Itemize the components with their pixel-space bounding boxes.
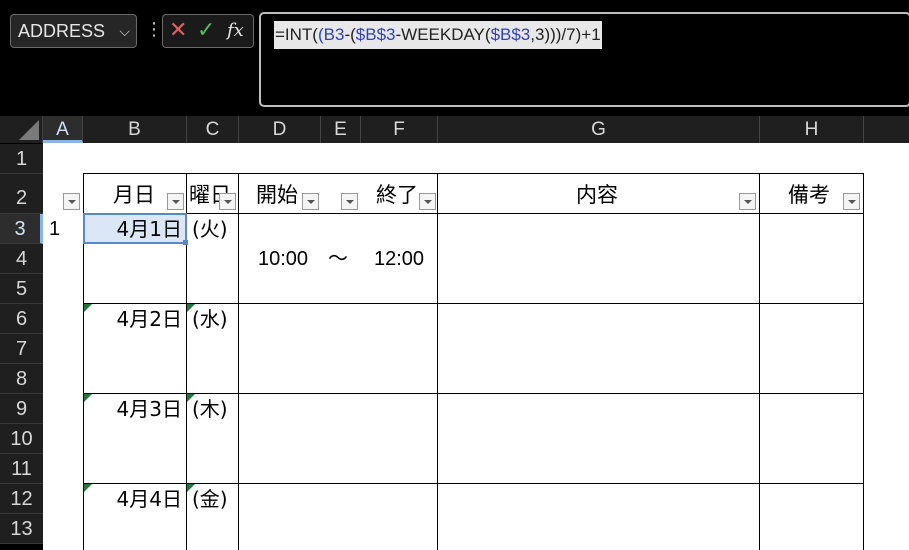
time-end-cell[interactable]: 12:00	[374, 244, 424, 274]
insert-function-icon[interactable]: fx	[227, 18, 244, 44]
dow-cell[interactable]: (火)	[192, 214, 228, 244]
more-options-icon[interactable]: ⋮	[145, 20, 163, 40]
excel-window: ADDRESS ⌵ ⋮ ✕ ✓ fx =INT((B3-($B$3-WEEKDA…	[0, 0, 909, 550]
row-header-13[interactable]: 13	[0, 514, 43, 544]
row-header-11[interactable]: 11	[0, 454, 43, 484]
filter-button[interactable]	[63, 193, 80, 210]
row-header-3[interactable]: 3	[0, 214, 43, 244]
dow-cell[interactable]: (金)	[192, 484, 228, 514]
row-header-2[interactable]: 2	[0, 174, 43, 214]
filter-button[interactable]	[419, 193, 436, 210]
row-header-12[interactable]: 12	[0, 484, 43, 514]
dow-cell[interactable]: (水)	[192, 304, 228, 334]
filter-button[interactable]	[739, 193, 756, 210]
cell-a3[interactable]: 1	[49, 214, 60, 244]
formula-input[interactable]: =INT((B3-($B$3-WEEKDAY($B$3,3)))/7)+1	[259, 12, 909, 107]
column-header-b[interactable]: B	[83, 116, 187, 143]
tilde-cell[interactable]: ～	[328, 244, 348, 274]
time-start-cell[interactable]: 10:00	[258, 244, 308, 274]
cancel-icon[interactable]: ✕	[169, 18, 187, 44]
date-cell[interactable]: 4月4日	[78, 484, 182, 514]
fill-handle[interactable]	[183, 240, 188, 245]
filter-button[interactable]	[341, 193, 358, 210]
formula-ref: $B$3	[490, 25, 531, 44]
row-header-1[interactable]: 1	[0, 144, 43, 174]
column-header-g[interactable]: G	[438, 116, 760, 143]
row-header-5[interactable]: 5	[0, 274, 43, 304]
formula-part: -(	[344, 25, 356, 44]
filter-button[interactable]	[843, 193, 860, 210]
formula-text[interactable]: =INT((B3-($B$3-WEEKDAY($B$3,3)))/7)+1	[274, 21, 602, 49]
column-header-e[interactable]: E	[321, 116, 361, 143]
row-header-8[interactable]: 8	[0, 364, 43, 394]
column-header-f[interactable]: F	[361, 116, 438, 143]
chevron-down-icon[interactable]: ⌵	[119, 15, 130, 47]
header-date: 月日	[113, 183, 155, 207]
column-header-d[interactable]: D	[239, 116, 321, 143]
dow-cell[interactable]: (木)	[192, 394, 228, 424]
column-header-h[interactable]: H	[760, 116, 864, 143]
formula-buttons: ✕ ✓ fx	[162, 14, 254, 48]
date-cell[interactable]: 4月1日	[78, 214, 182, 244]
formula-ref: B3	[323, 25, 345, 44]
row-header-6[interactable]: 6	[0, 304, 43, 334]
filter-button[interactable]	[219, 193, 236, 210]
date-cell[interactable]: 4月2日	[78, 304, 182, 334]
sheet-cells[interactable]: 月日 曜日 開始 終了 内容 備考 1 4月1日 (火) 4月2日 (水) 4月…	[43, 143, 909, 550]
header-end: 終了	[376, 183, 418, 207]
name-box-value: ADDRESS	[18, 21, 106, 41]
enter-check-icon[interactable]: ✓	[197, 18, 215, 44]
row-header-10[interactable]: 10	[0, 424, 43, 454]
spreadsheet-grid: A B C D E F G H 1 2 3 4 5 6 7 8 9 10 11 …	[0, 116, 909, 550]
header-content: 内容	[576, 183, 618, 207]
formula-part: ,3)))/7)+1	[530, 25, 601, 44]
date-cell[interactable]: 4月3日	[78, 394, 182, 424]
formula-part: -WEEKDAY(	[395, 25, 491, 44]
header-start: 開始	[256, 183, 298, 207]
column-header-next[interactable]	[864, 116, 909, 143]
name-box[interactable]: ADDRESS ⌵	[10, 14, 137, 48]
header-notes: 備考	[788, 183, 830, 207]
filter-button[interactable]	[302, 193, 319, 210]
row-header-9[interactable]: 9	[0, 394, 43, 424]
filter-button[interactable]	[167, 193, 184, 210]
select-all-corner[interactable]	[0, 116, 43, 143]
formula-bar: ADDRESS ⌵ ⋮ ✕ ✓ fx =INT((B3-($B$3-WEEKDA…	[0, 0, 909, 116]
column-header-c[interactable]: C	[187, 116, 239, 143]
formula-part: =INT(	[275, 25, 318, 44]
formula-ref: $B$3	[355, 25, 396, 44]
row-header-7[interactable]: 7	[0, 334, 43, 364]
row-header-4[interactable]: 4	[0, 244, 43, 274]
column-header-a[interactable]: A	[43, 116, 83, 143]
